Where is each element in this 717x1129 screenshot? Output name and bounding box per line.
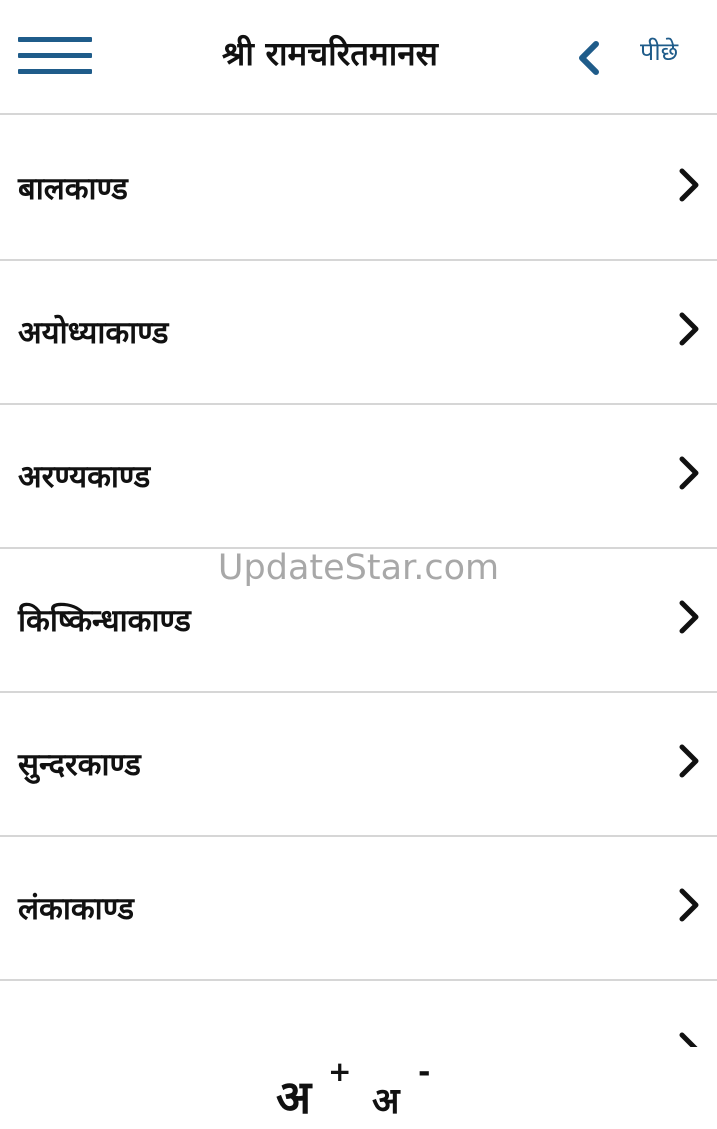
list-item-label: लंकाकाण्ड [18, 891, 135, 927]
increase-font-button[interactable]: अ + [276, 1055, 356, 1124]
chevron-right-icon [679, 312, 699, 346]
chevron-right-icon [679, 600, 699, 634]
list-item-label: अयोध्याकाण्ड [18, 315, 169, 351]
list-item-label: बालकाण्ड [18, 171, 128, 207]
chevron-right-icon [679, 1032, 698, 1047]
list-item-label: किष्किन्धाकाण्ड [18, 603, 191, 639]
list-item-ayodhyakand[interactable]: अयोध्याकाण्ड [0, 261, 717, 405]
list-item-partial[interactable] [0, 981, 717, 1047]
back-button[interactable]: पीछे [570, 30, 700, 82]
chevron-right-icon [679, 744, 699, 778]
hamburger-menu-icon [18, 69, 92, 74]
app-screen: श्री रामचरितमानस पीछे बालकाण्ड अयोध्याका… [0, 0, 717, 1129]
list-item-lankakand[interactable]: लंकाकाण्ड [0, 837, 717, 981]
list-item-balkand[interactable]: बालकाण्ड [0, 117, 717, 261]
list-item-sundarkand[interactable]: सुन्दरकाण्ड [0, 693, 717, 837]
chevron-right-icon [679, 888, 699, 922]
increase-font-glyph: अ [276, 1070, 312, 1124]
decrease-font-button[interactable]: अ - [372, 1055, 442, 1122]
list-item-kishkindhakand[interactable]: किष्किन्धाकाण्ड [0, 549, 717, 693]
hamburger-menu-icon [18, 53, 92, 58]
back-label: पीछे [640, 37, 679, 66]
plus-icon: + [328, 1055, 352, 1088]
chevron-right-icon [679, 456, 699, 490]
list-item-label: अरण्यकाण्ड [18, 459, 151, 495]
list-item-aranyakand[interactable]: अरण्यकाण्ड [0, 405, 717, 549]
app-header: श्री रामचरितमानस पीछे [0, 0, 717, 115]
minus-icon: - [418, 1055, 431, 1090]
menu-button[interactable] [18, 37, 92, 77]
chevron-left-icon [579, 41, 599, 75]
kanda-list: बालकाण्ड अयोध्याकाण्ड अरण्यकाण्ड किष्किन… [0, 117, 717, 1047]
list-item-label: सुन्दरकाण्ड [18, 747, 141, 783]
page-title: श्री रामचरितमानस [222, 34, 438, 73]
decrease-font-glyph: अ [372, 1080, 400, 1122]
chevron-right-icon [679, 168, 699, 202]
font-size-bar: अ + अ - [0, 1047, 717, 1129]
hamburger-menu-icon [18, 37, 92, 42]
